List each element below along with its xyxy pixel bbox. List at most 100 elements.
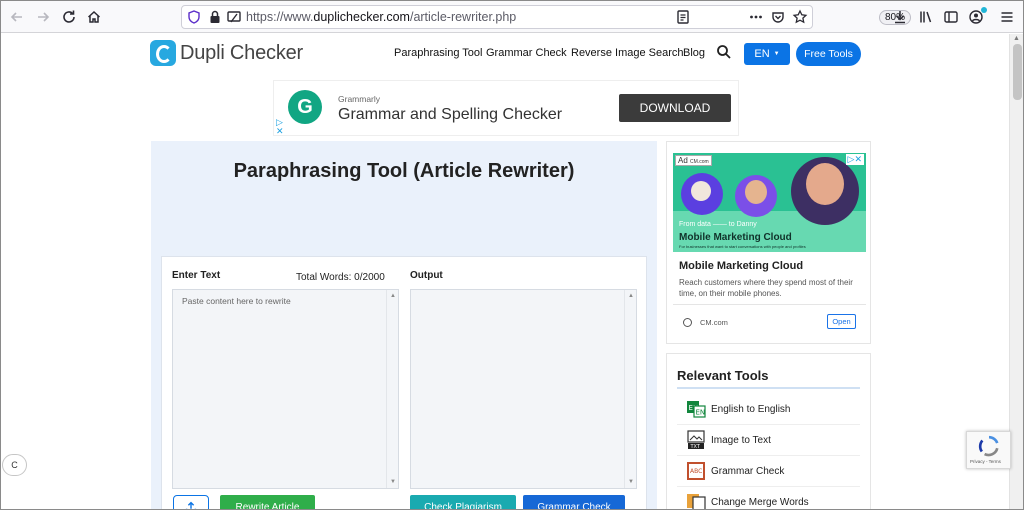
scroll-down-icon[interactable]: ▼ [628,479,634,485]
recaptcha-logo-icon [978,435,999,457]
recaptcha-footer[interactable]: Privacy - Terms [970,459,1001,464]
library-icon[interactable] [915,6,937,28]
tool-item-change-merge-words[interactable]: Change Merge Words [677,487,860,509]
ad-open-button[interactable]: Open [827,314,856,329]
ad-image[interactable]: Ad CM.com ▷✕ From data —— to Danny Mobil… [673,153,866,252]
svg-text:ABC: ABC [690,468,702,475]
chat-widget-button[interactable]: C [2,454,27,476]
check-plagiarism-button[interactable]: Check Plagiarism [410,495,516,509]
scroll-thumb[interactable] [1013,44,1022,100]
ad-close-icon[interactable]: ▷✕ [845,154,864,165]
input-textarea[interactable]: Paste content here to rewrite ▲ ▼ [172,289,399,489]
browser-toolbar: https://www.duplichecker.com/article-rew… [1,1,1023,33]
person-face-icon [745,180,767,204]
ad-title[interactable]: Grammar and Spelling Checker [338,106,562,124]
side-ad-title[interactable]: Mobile Marketing Cloud [679,260,803,272]
tool-item-english-to-english[interactable]: EN EN English to English [677,394,860,425]
side-ad[interactable]: Ad CM.com ▷✕ From data —— to Danny Mobil… [666,141,871,344]
person-face-icon [806,163,844,205]
ad-download-button[interactable]: DOWNLOAD [619,94,731,122]
search-icon[interactable] [716,44,732,60]
input-scrollbar[interactable]: ▲ ▼ [386,290,398,488]
recaptcha-badge[interactable]: Privacy - Terms [966,431,1011,469]
upload-button[interactable] [173,495,209,509]
ad-image-text-1: From data —— to Danny [679,221,757,228]
tracking-shield-icon[interactable] [184,7,204,27]
relevant-tools-panel: Relevant Tools EN EN English to English T… [666,353,871,509]
nav-blog[interactable]: Blog [683,47,705,59]
nav-reverse-image-search[interactable]: Reverse Image Search [571,47,684,59]
lock-icon[interactable] [206,7,224,27]
home-icon[interactable] [83,6,105,28]
site-logo[interactable]: Dupli Checker [150,40,303,66]
input-label: Enter Text [172,270,221,281]
url-text[interactable]: https://www.duplichecker.com/article-rew… [246,10,516,24]
nav-paraphrasing-tool[interactable]: Paraphrasing Tool [394,47,482,59]
rewrite-article-button[interactable]: Rewrite Article [220,495,315,509]
browser-window: https://www.duplichecker.com/article-rew… [0,0,1024,510]
nav-grammar-check[interactable]: Grammar Check [486,47,567,59]
free-tools-button[interactable]: Free Tools [796,42,861,66]
image-to-text-icon: TXT [686,430,706,450]
tool-item-image-to-text[interactable]: TXT Image to Text [677,425,860,456]
sidebar-icon[interactable] [940,6,962,28]
svg-text:EN: EN [696,409,706,417]
scroll-up-icon[interactable]: ▲ [628,293,634,299]
ad-badge: Ad CM.com [675,155,712,166]
scroll-down-icon[interactable]: ▼ [390,479,396,485]
language-label: EN [754,48,770,60]
output-textarea[interactable]: ▲ ▼ [410,289,637,489]
person-face-icon [691,181,711,201]
svg-text:TXT: TXT [690,444,701,450]
output-label: Output [410,270,443,281]
side-ad-body: Reach customers where they spend most of… [679,278,853,298]
side-ad-domain: CM.com [700,318,728,327]
ad-image-text-3: For businesses that want to start conver… [679,244,806,249]
globe-icon [683,318,692,327]
scroll-up-icon[interactable]: ▲ [390,293,396,299]
back-icon[interactable] [6,6,28,28]
tool-item-label: Grammar Check [711,465,785,477]
forward-icon[interactable] [32,6,54,28]
grammar-check-icon: ABC [686,461,706,481]
grammar-check-button[interactable]: Grammar Check [523,495,625,509]
downloads-icon[interactable] [889,6,911,28]
scroll-up-icon[interactable]: ▲ [1013,35,1020,42]
change-merge-words-icon [686,492,706,509]
menu-icon[interactable] [996,6,1018,28]
logo-text: Dupli Checker [180,41,304,64]
upload-icon [185,501,197,509]
logo-mark-icon [150,40,176,66]
ad-choices-icon[interactable]: ▷ ✕ [276,118,284,136]
reader-icon[interactable] [673,7,693,27]
side-ad-footer: CM.com Open [673,304,866,334]
caret-down-icon: ▼ [773,51,780,57]
top-ad-banner[interactable]: G Grammarly Grammar and Spelling Checker… [273,80,739,136]
language-dropdown[interactable]: EN ▼ [744,43,790,65]
cm-logo-text: CM.com [690,159,709,165]
tool-item-grammar-check[interactable]: ABC Grammar Check [677,456,860,487]
output-scrollbar[interactable]: ▲ ▼ [624,290,636,488]
english-to-english-icon: EN EN [686,399,706,419]
reload-icon[interactable] [58,6,80,28]
grammarly-logo-icon: G [288,90,322,124]
bookmark-star-icon[interactable] [790,7,810,27]
word-count: Total Words: 0/2000 [296,272,385,283]
relevant-tools-title: Relevant Tools [677,368,769,383]
page-scrollbar[interactable]: ▲ [1009,34,1023,509]
tool-item-label: English to English [711,403,791,415]
tool-item-label: Image to Text [711,434,771,446]
ad-image-text-2: Mobile Marketing Cloud [679,232,792,243]
account-status-dot [981,7,987,13]
more-icon[interactable] [746,7,766,27]
input-placeholder: Paste content here to rewrite [182,296,291,306]
title-underline [677,387,860,389]
rewriter-card: Enter Text Total Words: 0/2000 Output Pa… [161,256,647,509]
web-page: Dupli Checker Paraphrasing Tool Grammar … [1,34,1009,509]
tool-item-label: Change Merge Words [711,496,809,508]
permissions-icon[interactable] [224,7,244,27]
pocket-icon[interactable] [768,7,788,27]
site-header: Dupli Checker Paraphrasing Tool Grammar … [1,34,1009,74]
ad-brand: Grammarly [338,94,381,104]
url-bar[interactable]: https://www.duplichecker.com/article-rew… [181,5,911,29]
